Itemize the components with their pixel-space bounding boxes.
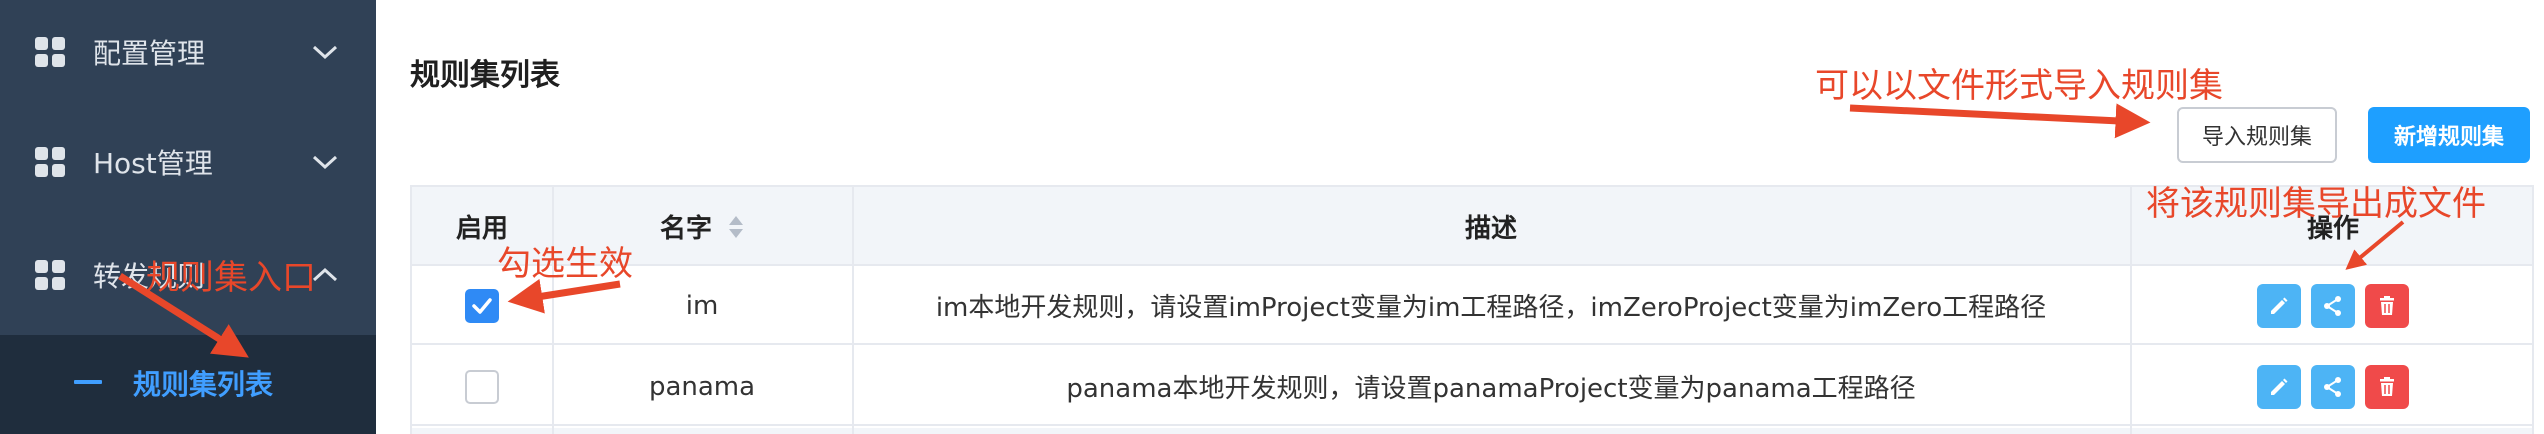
- pencil-icon: [2271, 297, 2288, 314]
- delete-button[interactable]: [2365, 364, 2409, 409]
- name-cell: panama: [648, 371, 756, 402]
- delete-button[interactable]: [2365, 283, 2409, 328]
- annotation-import-hint: 可以以文件形式导入规则集: [1815, 66, 2223, 106]
- share-icon: [2324, 376, 2341, 397]
- enable-cell: [412, 347, 552, 426]
- check-icon: [472, 297, 492, 314]
- trash-icon: [2380, 376, 2394, 396]
- sidebar-item-config[interactable]: 配置管理: [0, 2, 376, 102]
- active-indicator: [74, 380, 102, 384]
- import-ruleset-button[interactable]: 导入规则集: [2177, 107, 2337, 163]
- ops-cell: [2130, 347, 2536, 426]
- sort-icon[interactable]: [728, 215, 744, 239]
- enable-checkbox[interactable]: [465, 288, 499, 323]
- sidebar: 配置管理 Host管理 转发规则 规则集列表: [0, 0, 376, 434]
- export-button[interactable]: [2311, 364, 2355, 409]
- trash-icon: [2380, 295, 2394, 315]
- desc-cell: panama本地开发规则，请设置panamaProject变量为panama工程…: [1066, 374, 1916, 404]
- column-header-label: 名字: [659, 214, 712, 244]
- column-header-label: 描述: [1464, 214, 1517, 244]
- table-row: panama panama本地开发规则，请设置panamaProject变量为p…: [412, 347, 2532, 426]
- column-divider: [852, 187, 854, 434]
- sidebar-item-label: Host管理: [93, 147, 213, 180]
- annotation-check-hint: 勾选生效: [497, 244, 633, 284]
- sidebar-subitem-label: 规则集列表: [133, 368, 274, 401]
- share-icon: [2324, 295, 2341, 316]
- export-button[interactable]: [2311, 283, 2355, 328]
- pencil-icon: [2271, 378, 2288, 395]
- enable-checkbox[interactable]: [465, 369, 499, 404]
- column-header-desc: 描述: [852, 187, 2130, 266]
- desc-cell: im本地开发规则，请设置imProject变量为im工程路径，imZeroPro…: [935, 293, 2047, 323]
- grid-icon: [34, 259, 66, 291]
- sidebar-item-host[interactable]: Host管理: [0, 112, 376, 212]
- sidebar-subitem-rulesets[interactable]: 规则集列表: [0, 335, 376, 434]
- chevron-down-icon: [310, 152, 340, 172]
- chevron-down-icon: [310, 42, 340, 62]
- column-divider: [2130, 187, 2132, 434]
- ops-cell: [2130, 266, 2536, 345]
- sidebar-item-label: 配置管理: [93, 37, 206, 70]
- annotation-entry-hint: 规则集入口: [146, 258, 316, 298]
- arrow-import: [1849, 103, 2151, 139]
- add-ruleset-button[interactable]: 新增规则集: [2368, 107, 2530, 163]
- table-row: im im本地开发规则，请设置imProject变量为im工程路径，imZero…: [412, 266, 2532, 345]
- table-row-partial: [412, 428, 2532, 434]
- column-divider: [552, 187, 554, 434]
- edit-button[interactable]: [2257, 283, 2301, 328]
- page-title: 规则集列表: [410, 58, 560, 93]
- edit-button[interactable]: [2257, 364, 2301, 409]
- grid-icon: [34, 146, 66, 178]
- grid-icon: [34, 36, 66, 68]
- annotation-export-hint: 将该规则集导出成文件: [2146, 184, 2486, 224]
